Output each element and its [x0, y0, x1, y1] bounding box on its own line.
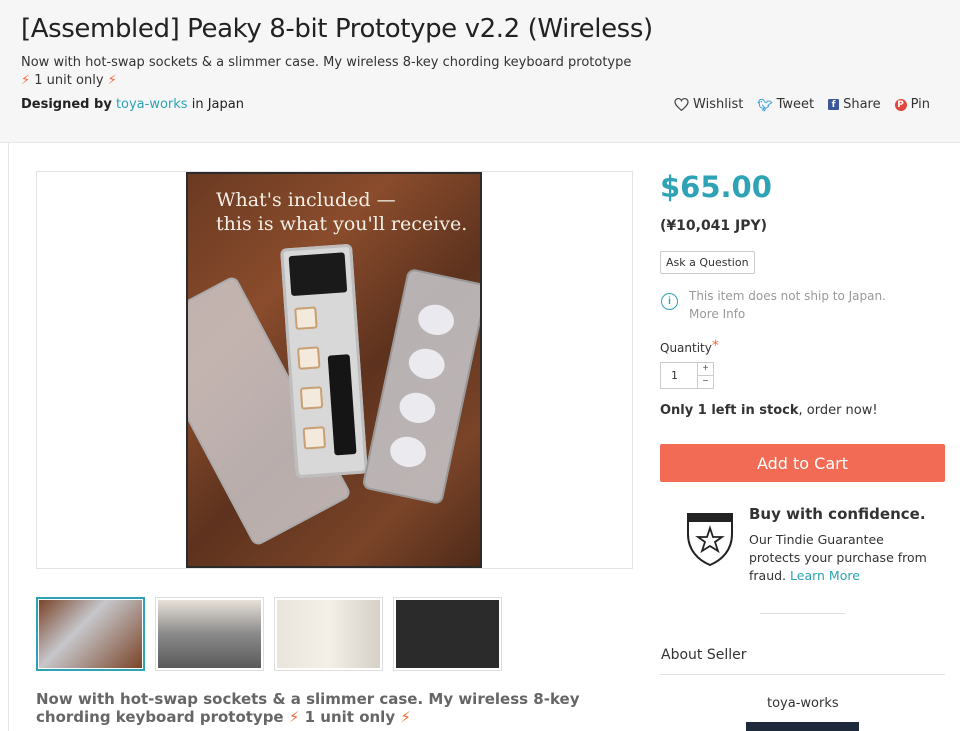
increment-button[interactable]: + [698, 363, 713, 376]
decrement-button[interactable]: − [698, 376, 713, 388]
quantity-steps: + − [697, 363, 713, 388]
pcb-board [280, 243, 368, 479]
guarantee-title: Buy with confidence. [749, 505, 926, 523]
product-subtitle: Now with hot-swap sockets & a slimmer ca… [21, 54, 641, 90]
pinterest-icon: P [894, 98, 907, 111]
shield-star-icon [687, 513, 733, 566]
designed-by-label: Designed by [21, 97, 112, 112]
share-label: Share [843, 97, 881, 112]
lightning-icon: ⚡ [400, 708, 411, 726]
wishlist-label: Wishlist [693, 97, 744, 112]
ship-text: This item does not ship to Japan. [689, 289, 886, 303]
wishlist-button[interactable]: Wishlist [674, 97, 743, 112]
keycap [415, 301, 457, 339]
about-seller-heading: About Seller [661, 647, 747, 663]
keycap [406, 345, 448, 383]
quantity-input[interactable] [661, 363, 697, 388]
thumbnail[interactable] [155, 597, 264, 671]
pin-button[interactable]: P Pin [894, 97, 930, 112]
microcontroller [288, 252, 348, 297]
lightning-icon: ⚡ [288, 708, 300, 726]
share-button[interactable]: f Share [828, 97, 881, 112]
stock-rest: , order now! [798, 403, 878, 418]
switch-socket [299, 386, 324, 410]
product-description: Now with hot-swap sockets & a slimmer ca… [36, 690, 596, 726]
thumbnail[interactable] [393, 597, 502, 671]
switch-socket [297, 346, 321, 370]
case-right-shape [361, 267, 480, 506]
keycap [387, 433, 429, 471]
caption-line: What's included — [216, 189, 396, 211]
price-jpy: (¥10,041 JPY) [660, 218, 768, 234]
divider [760, 613, 845, 614]
quantity-label-text: Quantity [660, 341, 712, 355]
keycap [396, 389, 439, 427]
battery [327, 354, 357, 456]
facebook-icon: f [828, 99, 840, 110]
designer-line: Designed by toya-works in Japan [21, 97, 244, 112]
tweet-label: Tweet [776, 97, 815, 112]
more-info-link[interactable]: More Info [689, 305, 886, 323]
photo-caption: What's included — this is what you'll re… [216, 188, 467, 236]
subtitle-text: Now with hot-swap sockets & a slimmer ca… [21, 55, 632, 70]
quantity-label: Quantity* [660, 338, 719, 357]
product-photo[interactable]: What's included — this is what you'll re… [186, 172, 482, 568]
pin-label: Pin [910, 97, 930, 112]
product-header: [Assembled] Peaky 8-bit Prototype v2.2 (… [0, 0, 960, 143]
quantity-stepper: + − [660, 362, 714, 389]
description-units: 1 unit only [304, 708, 396, 726]
learn-more-link[interactable]: Learn More [790, 568, 860, 583]
social-actions: Wishlist 🐦︎ Tweet f Share P Pin [674, 97, 930, 112]
subtitle-only: only [76, 73, 104, 88]
tweet-button[interactable]: 🐦︎ Tweet [757, 97, 814, 112]
lightning-icon: ⚡ [21, 73, 31, 88]
add-to-cart-button[interactable]: Add to Cart [660, 444, 945, 482]
designer-link[interactable]: toya-works [116, 97, 188, 112]
designer-location: in Japan [191, 97, 244, 112]
page-title: [Assembled] Peaky 8-bit Prototype v2.2 (… [21, 14, 653, 44]
seller-name[interactable]: toya-works [767, 696, 839, 711]
guarantee-text: Our Tindie Guarantee protects your purch… [749, 531, 929, 585]
subtitle-units: 1 unit [34, 73, 72, 88]
required-mark: * [711, 338, 719, 354]
switch-socket [302, 426, 327, 450]
caption-line: this is what you'll receive. [216, 213, 468, 235]
twitter-icon: 🐦︎ [757, 97, 773, 112]
ask-question-button[interactable]: Ask a Question [660, 251, 755, 274]
stock-status: Only 1 left in stock, order now! [660, 403, 878, 418]
switch-socket [294, 306, 318, 330]
thumbnail[interactable] [36, 597, 145, 671]
shipping-notice: This item does not ship to Japan. More I… [689, 287, 886, 323]
stock-count: Only 1 left in stock [660, 403, 799, 418]
price: $65.00 [660, 170, 772, 204]
divider [660, 674, 945, 675]
thumbnail[interactable] [274, 597, 383, 671]
lightning-icon: ⚡ [107, 73, 117, 88]
seller-banner[interactable] [746, 722, 859, 731]
heart-icon [674, 98, 689, 111]
info-icon: i [661, 293, 678, 310]
thumbnail-strip [36, 597, 502, 671]
